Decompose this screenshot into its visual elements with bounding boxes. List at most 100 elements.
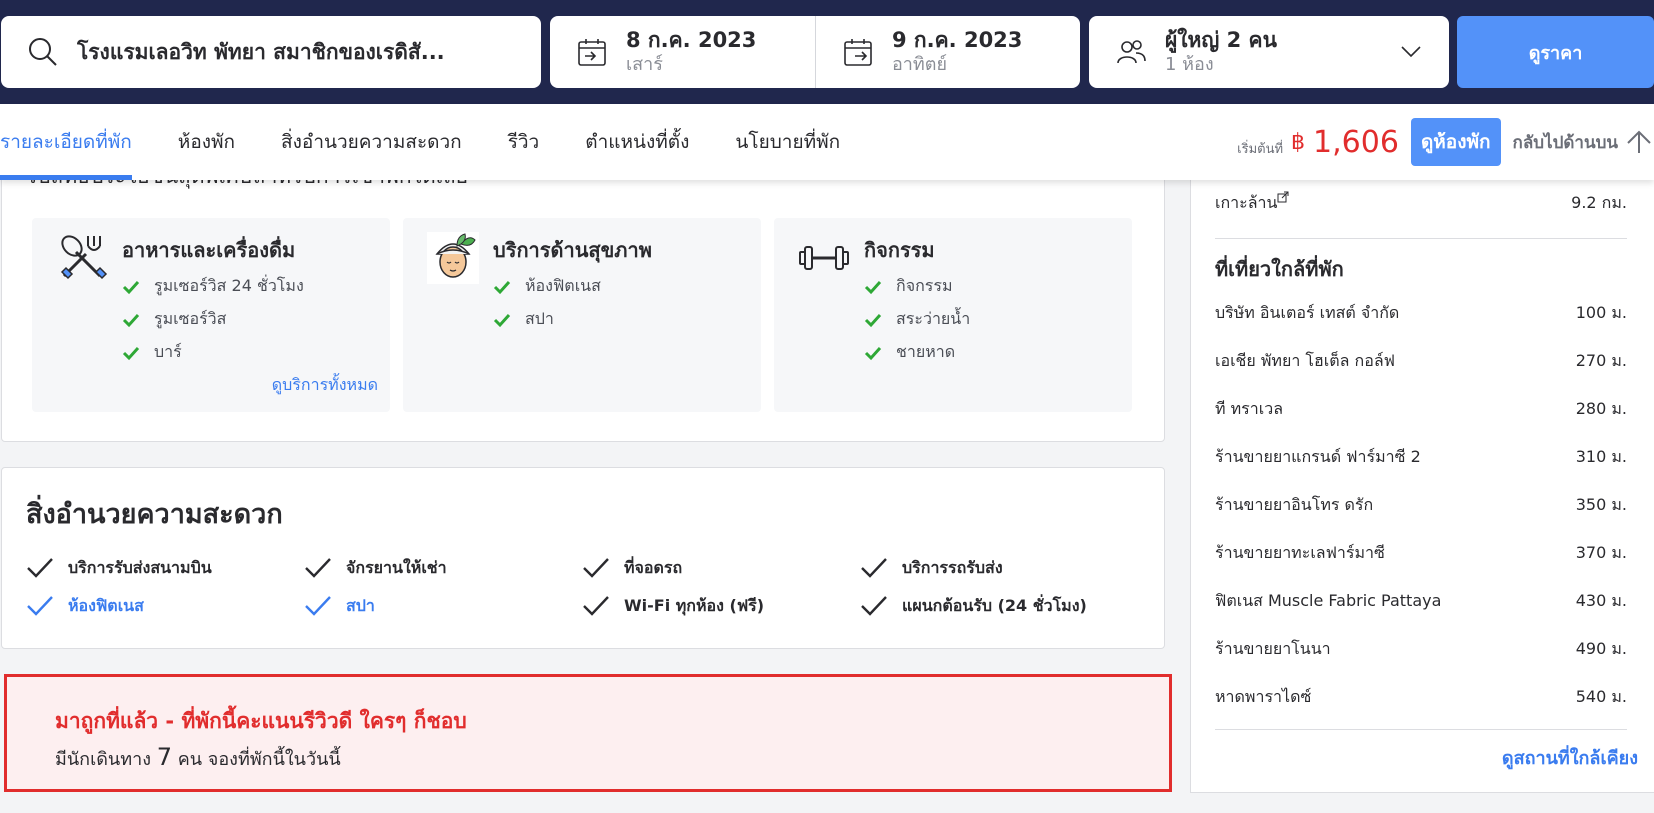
see-all-services-link[interactable]: ดูบริการทั้งหมด [272,373,378,398]
tab-rooms[interactable]: ห้องพัก [178,104,235,180]
dumbbell-icon [799,246,849,270]
place-name: เอเชีย พัทยา โฮเต็ล กอล์ฟ [1215,351,1395,370]
list-item: ชายหาด [864,336,970,369]
tab-overview[interactable]: รายละเอียดที่พัก [0,104,132,180]
tab-location[interactable]: ตำแหน่งที่ตั้ง [585,104,689,180]
see-nearby-places-link[interactable]: ดูสถานที่ใกล้เคียง [1502,743,1638,772]
list-item: เอเชีย พัทยา โฮเต็ล กอล์ฟ 270 ม. [1215,349,1627,374]
list-item: ห้องฟิตเนส [493,270,601,303]
checkin-day: เสาร์ [626,54,663,75]
facility-item-highlight[interactable]: ห้องฟิตเนส [26,590,304,622]
search-icon [29,38,57,66]
checkout-date[interactable]: 9 ก.ค. 2023 อาทิตย์ [815,16,1080,88]
search-input[interactable]: โรงแรมเลอวิท พัทยา สมาชิกของเรดิสั... [1,16,541,88]
facilities-grid: บริการรับส่งสนามบิน จักรยานให้เช่า ที่จอ… [26,552,1156,622]
list-item: กิจกรรม [864,270,970,303]
list-item: ฟิตเนส Muscle Fabric Pattaya 430 ม. [1215,589,1627,614]
tab-list: รายละเอียดที่พัก ห้องพัก สิ่งอำนวยความสะ… [0,104,886,180]
facility-label: ห้องฟิตเนส [68,595,144,615]
price-value: 1,606 [1313,124,1399,160]
list-item: หาดพาราไดซ์ 540 ม. [1215,685,1627,710]
arrow-up-icon[interactable] [1624,127,1654,157]
list-item: ร้านขายยาทะเลฟาร์มาซี 370 ม. [1215,541,1627,566]
place-distance: 430 ม. [1575,591,1627,610]
checkin-date-value: 8 ก.ค. 2023 [626,28,757,52]
list-item: ร้านขายยาแกรนด์ ฟาร์มาซี 2 310 ม. [1215,445,1627,470]
search-bar: โรงแรมเลอวิท พัทยา สมาชิกของเรดิสั... 8 … [0,0,1654,104]
checkout-day: อาทิตย์ [892,54,948,75]
rooms-count: 1 ห้อง [1165,54,1214,75]
check-icon [27,558,53,578]
place-distance: 100 ม. [1575,303,1627,322]
check-icon [122,280,140,294]
card-items: ห้องฟิตเนส สปา [493,270,601,336]
card-items: รูมเซอร์วิส 24 ชั่วโมง รูมเซอร์วิส บาร์ [122,270,304,369]
back-to-top-link[interactable]: กลับไปด้านบน [1513,129,1618,156]
check-icon [583,558,609,578]
wellness-card: บริการด้านสุขภาพ ห้องฟิตเนส สปา [403,218,761,412]
card-title: บริการด้านสุขภาพ [493,238,652,262]
card-title: กิจกรรม [864,238,935,262]
check-icon [864,346,882,360]
card-item-label: รูมเซอร์วิส 24 ชั่วโมง [154,276,304,295]
facility-label: บริการรับส่งสนามบิน [68,557,212,577]
facility-label: จักรยานให้เช่า [346,557,447,577]
place-distance: 280 ม. [1575,399,1627,418]
property-tab-nav: รายละเอียดที่พัก ห้องพัก สิ่งอำนวยความสะ… [0,104,1654,180]
check-icon [305,558,331,578]
card-item-label: ชายหาด [896,342,956,361]
facility-item: Wi-Fi ทุกห้อง (ฟรี) [582,590,860,622]
facility-label: ที่จอดรถ [624,557,683,577]
tab-reviews[interactable]: รีวิว [508,104,540,180]
checkin-date[interactable]: 8 ก.ค. 2023 เสาร์ [550,16,815,88]
check-icon [864,280,882,294]
calendar-in-icon [578,39,606,66]
card-item-label: บาร์ [154,342,182,361]
place-name: ฟิตเนส Muscle Fabric Pattaya [1215,591,1442,610]
check-icon [122,313,140,327]
view-rooms-button[interactable]: ดูห้องพัก [1410,118,1501,166]
alert-sub-prefix: มีนักเดินทาง [55,749,151,770]
place-distance: 9.2 กม. [1571,193,1627,212]
card-item-label: สระว่ายน้ำ [896,309,971,328]
food-drink-card: อาหารและเครื่องดื่ม รูมเซอร์วิส 24 ชั่วโ… [32,218,390,412]
facility-label: บริการรถรับส่ง [902,557,1003,577]
list-item: สระว่ายน้ำ [864,303,970,336]
search-price-button[interactable]: ดูราคา [1457,16,1654,88]
calendar-out-icon [844,39,872,66]
external-link-icon [1277,191,1289,203]
list-item: รูมเซอร์วิส 24 ชั่วโมง [122,270,304,303]
tab-facilities[interactable]: สิ่งอำนวยความสะดวก [281,104,462,180]
from-label: เริ่มต้นที่ [1237,141,1284,157]
date-picker[interactable]: 8 ก.ค. 2023 เสาร์ 9 ก.ค. 2023 อาทิตย์ [550,16,1080,88]
nearby-sidebar: เกาะล้าน 9.2 กม. ที่เที่ยวใกล้ที่พัก บริ… [1190,160,1654,793]
facility-item: บริการรับส่งสนามบิน [26,552,304,584]
check-icon [861,596,887,616]
facility-item: แผนกต้อนรับ (24 ชั่วโมง) [860,590,1138,622]
search-query: โรงแรมเลอวิท พัทยา สมาชิกของเรดิสั... [77,39,445,64]
facility-label: Wi-Fi ทุกห้อง (ฟรี) [624,595,765,615]
tab-policies[interactable]: นโยบายที่พัก [735,104,840,180]
place-name: ร้านขายยาโนนา [1215,639,1331,658]
place-name[interactable]: เกาะล้าน [1215,193,1277,212]
price-summary: เริ่มต้นที่ ฿ 1,606 ดูห้องพัก กลับไปด้าน… [1237,104,1654,180]
list-item: รูมเซอร์วิส [122,303,304,336]
facility-item-highlight[interactable]: สปา [304,590,582,622]
card-items: กิจกรรม สระว่ายน้ำ ชายหาด [864,270,970,369]
place-name: ร้านขายยาอินโทร ดรัก [1215,495,1374,514]
list-item: บาร์ [122,336,304,369]
currency-symbol: ฿ [1291,129,1306,155]
card-item-label: สปา [525,309,554,328]
facility-item: ที่จอดรถ [582,552,860,584]
card-item-label: ห้องฟิตเนส [525,276,601,295]
list-item: บริษัท อินเตอร์ เทสต์ จำกัด 100 ม. [1215,301,1627,326]
place-distance: 270 ม. [1575,351,1627,370]
adults-count: ผู้ใหญ่ 2 คน [1165,28,1277,52]
alert-sub-suffix: คน จองที่พักนี้ในวันนี้ [177,749,341,770]
place-distance: 370 ม. [1575,543,1627,562]
facility-label: แผนกต้อนรับ (24 ชั่วโมง) [902,595,1087,615]
nearby-title: ที่เที่ยวใกล้ที่พัก [1215,257,1344,281]
check-icon [122,346,140,360]
chevron-down-icon [1401,46,1421,58]
guest-selector[interactable]: ผู้ใหญ่ 2 คน 1 ห้อง [1089,16,1449,88]
